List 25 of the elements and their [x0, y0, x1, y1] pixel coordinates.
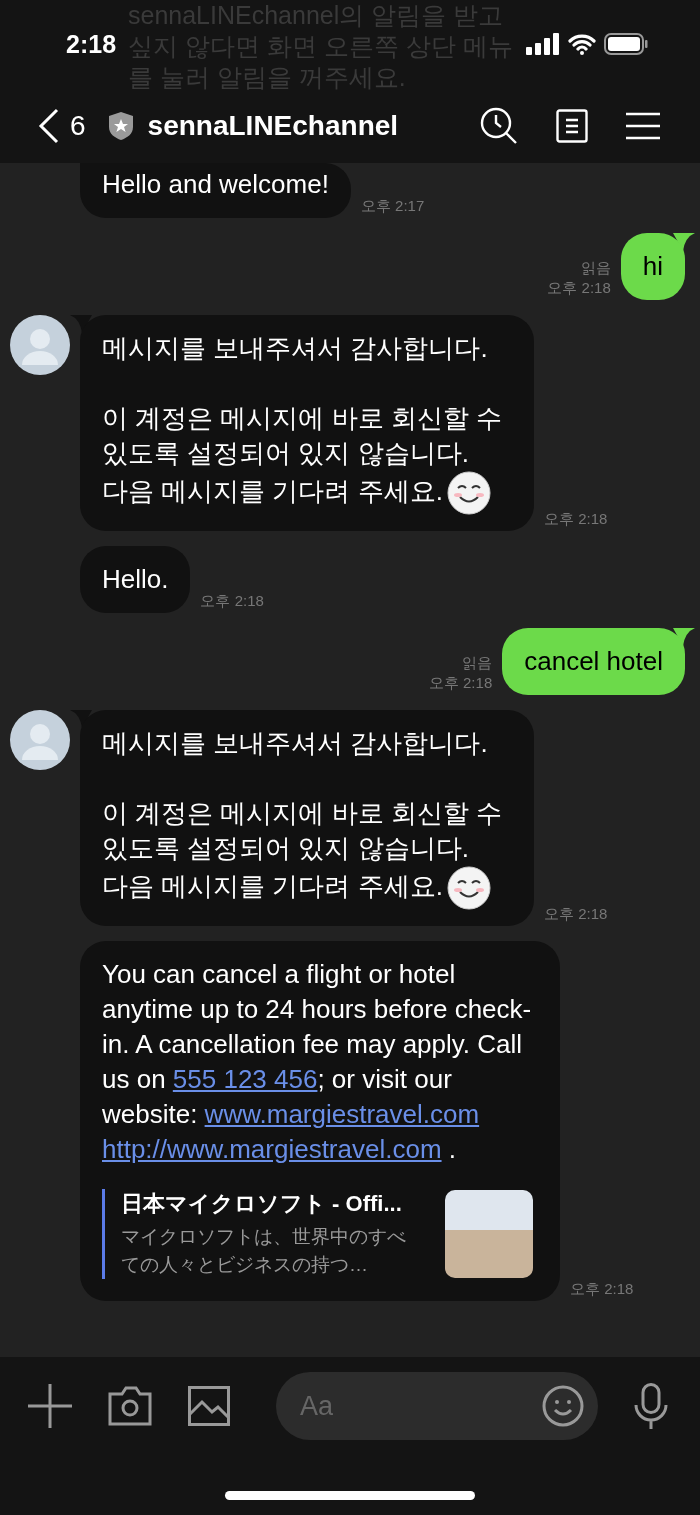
message-time: 오후 2:18	[200, 591, 264, 611]
message-bubble: Hello.	[80, 546, 191, 613]
message-bubble: hi	[620, 233, 685, 300]
message-link[interactable]: www.margiestravel.com	[204, 1099, 480, 1129]
message-input-field[interactable]: Aa	[276, 1372, 598, 1440]
message-bubble: 메시지를 보내주셔서 감사합니다. 이 계정은 메시지에 바로 회신할 수 있도록 설정되어 있지 않습니다. 다음 메시지를 기다려 주세요.	[80, 710, 534, 926]
message-time: 오후 2:18	[544, 904, 608, 924]
message-link[interactable]: http://www.margiestravel.com	[102, 1134, 442, 1164]
message-bubble: 메시지를 보내주셔서 감사합니다. 이 계정은 메시지에 바로 회신할 수 있도록 설정되어 있지 않습니다. 다음 메시지를 기다려 주세요.	[80, 315, 534, 531]
preview-title: 日本マイクロソフト - Offi...	[121, 1190, 403, 1218]
clock-time: 2:18	[66, 29, 117, 59]
message-bubble: Hello and welcome!	[80, 163, 351, 218]
message-time: 오후 2:17	[360, 196, 425, 216]
chat-title: sennaLINEchannel	[147, 109, 399, 142]
message-time: 오후 2:18	[428, 673, 493, 693]
message-bubble: cancel hotel	[502, 628, 685, 695]
message-time: 오후 2:18	[570, 1279, 634, 1299]
read-receipt: 읽음	[580, 258, 611, 278]
back-button[interactable]: 6	[38, 107, 86, 144]
message-time: 오후 2:18	[544, 509, 608, 529]
message-time: 오후 2:18	[547, 278, 611, 298]
link-preview[interactable]: 日本マイクロソフト - Offi... マイクロソフトは、世界中のすべての人々とビジネスの持つ…	[102, 1189, 417, 1279]
preview-description: マイクロソフトは、世界中のすべての人々とビジネスの持つ…	[121, 1225, 407, 1277]
read-receipt: 읽음	[462, 653, 493, 673]
message-text: You can cancel a flight or hotel anytime up to 24 hours before check-in. A cancellation fee may apply. Call us on 555 123 456; or visit our website: www.margiestravel.com http://www.margiestravel.com .	[102, 958, 533, 1166]
